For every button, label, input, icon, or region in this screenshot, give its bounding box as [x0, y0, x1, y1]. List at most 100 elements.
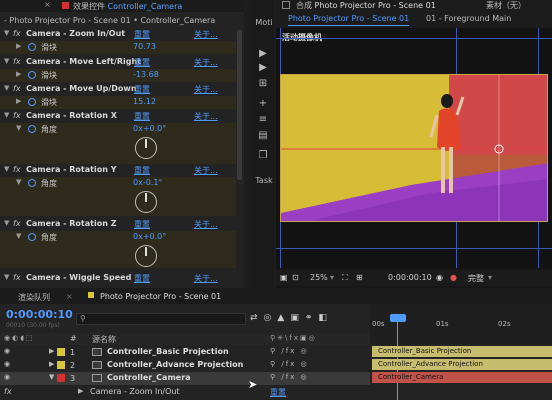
label-color[interactable] — [57, 374, 65, 382]
effect-sub-row[interactable]: fx ▶ Camera - Zoom In/Out 重置 — [0, 386, 370, 399]
timeline-switch-icons[interactable]: ⇄◎▲▣⚭◧ — [250, 313, 333, 323]
chevron-down-icon[interactable]: ▾ — [330, 273, 334, 282]
scrollbar[interactable] — [237, 30, 242, 180]
effect-header[interactable]: ▼ fx Camera - Move Left/Right 重置 关于... — [0, 56, 236, 69]
twirl-icon[interactable]: ▼ — [4, 273, 9, 281]
effect-header[interactable]: ▼ fx Camera - Move Up/Down 重置 关于... — [0, 83, 236, 96]
layer-row-selected[interactable]: ◉ ▼ 3 Controller_Camera ⚲ /fx ◎ — [0, 372, 370, 385]
twirl-icon[interactable]: ▼ — [4, 29, 9, 37]
angle-dial[interactable] — [135, 191, 157, 213]
timeline-comp-tab[interactable]: Photo Projector Pro - Scene 01 — [100, 292, 221, 301]
stopwatch-icon[interactable] — [28, 71, 36, 79]
layers-icon[interactable]: ▤ — [256, 130, 270, 142]
param-value[interactable]: 0x+0.0° — [133, 232, 166, 241]
twirl-icon[interactable]: ▶ — [16, 70, 21, 78]
layer-bar[interactable]: Controller_Basic Projection — [372, 346, 552, 357]
twirl-icon[interactable]: ▶ — [16, 42, 21, 50]
reset-link[interactable]: 重置 — [134, 84, 150, 95]
effect-controls-tab[interactable]: 效果控件 Controller_Camera — [73, 1, 182, 12]
subtab-foreground[interactable]: 01 - Foreground Main — [426, 14, 511, 26]
footage-tab[interactable]: 素材（无） — [486, 0, 526, 11]
layer-switches[interactable]: ⚲ /fx ◎ — [270, 373, 309, 381]
subtab-active[interactable]: Photo Projector Pro - Scene 01 — [288, 14, 410, 26]
timeline-timecode[interactable]: 0:00:00:10 — [6, 308, 73, 321]
close-icon[interactable]: × — [44, 0, 51, 9]
stopwatch-icon[interactable] — [28, 179, 36, 187]
param-value[interactable]: 0x-0.1° — [133, 178, 162, 187]
reset-link[interactable]: 重置 — [134, 57, 150, 68]
layer-row[interactable]: ◉ ▶ 1 Controller_Basic Projection ⚲ /fx … — [0, 346, 370, 359]
close-icon[interactable]: × — [66, 292, 73, 301]
about-link[interactable]: 关于... — [194, 29, 218, 40]
visibility-icon[interactable]: ◉ — [4, 373, 10, 381]
composition-tab[interactable]: 合成 Photo Projector Pro - Scene 01 — [296, 0, 436, 11]
about-link[interactable]: 关于... — [194, 57, 218, 68]
stopwatch-icon[interactable] — [28, 233, 36, 241]
layer-switches[interactable]: ⚲ /fx ◎ — [270, 347, 309, 355]
layer-bar[interactable]: Controller_Advance Projection — [372, 359, 552, 370]
twirl-icon[interactable]: ▼ — [4, 57, 9, 65]
fx-icon[interactable]: fx — [13, 111, 21, 120]
expand-icon[interactable]: ▶ — [256, 48, 270, 60]
fx-icon[interactable]: fx — [13, 57, 21, 66]
param-value[interactable]: -13.68 — [133, 70, 159, 79]
layer-name[interactable]: Controller_Basic Projection — [107, 347, 229, 356]
about-link[interactable]: 关于... — [194, 165, 218, 176]
twirl-icon[interactable]: ▶ — [49, 360, 54, 368]
visibility-icon[interactable]: ◉ — [4, 347, 10, 355]
about-link[interactable]: 关于... — [194, 84, 218, 95]
fx-icon[interactable]: fx — [13, 273, 21, 282]
reset-link[interactable]: 重置 — [134, 29, 150, 40]
motion-panel-label[interactable]: Moti — [254, 18, 274, 30]
task-panel-label[interactable]: Task — [254, 176, 274, 188]
layer-name[interactable]: Controller_Advance Projection — [107, 360, 243, 369]
visibility-icon[interactable]: ◉ — [4, 360, 10, 368]
angle-dial[interactable] — [135, 137, 157, 159]
copy-icon[interactable]: ❐ — [256, 150, 270, 162]
about-link[interactable]: 关于... — [194, 273, 218, 284]
col-source-name[interactable]: 源名称 — [92, 334, 116, 345]
twirl-icon[interactable]: ▶ — [49, 347, 54, 355]
effect-header[interactable]: ▼ fx Camera - Zoom In/Out 重置 关于... — [0, 28, 236, 41]
angle-dial[interactable] — [135, 245, 157, 267]
snapshot-icon[interactable]: ◉ — [436, 273, 443, 282]
param-value[interactable]: 70.73 — [133, 42, 156, 51]
twirl-icon[interactable]: ▼ — [16, 232, 21, 240]
twirl-icon[interactable]: ▶ — [16, 97, 21, 105]
twirl-icon[interactable]: ▼ — [49, 373, 54, 381]
grid-toggle-icon[interactable]: ⊡ — [292, 273, 299, 282]
layer-switches[interactable]: ⚲ /fx ◎ — [270, 360, 309, 368]
twirl-icon[interactable]: ▼ — [4, 219, 9, 227]
twirl-icon[interactable]: ▶ — [78, 387, 83, 395]
current-time[interactable]: 0:00:00:10 — [388, 273, 432, 282]
stopwatch-icon[interactable] — [28, 98, 36, 106]
safe-margins-icon[interactable]: ⊞ — [356, 273, 363, 282]
reset-link[interactable]: 重置 — [134, 165, 150, 176]
stopwatch-icon[interactable] — [28, 43, 36, 51]
stopwatch-icon[interactable] — [28, 125, 36, 133]
render-queue-tab[interactable]: 渲染队列 — [18, 292, 50, 303]
twirl-icon[interactable]: ▼ — [4, 165, 9, 173]
reset-link[interactable]: 重置 — [134, 273, 150, 284]
label-color[interactable] — [57, 361, 65, 369]
layer-name[interactable]: Controller_Camera — [107, 373, 191, 382]
twirl-icon[interactable]: ▼ — [4, 84, 9, 92]
color-channel-icon[interactable]: ● — [450, 273, 457, 282]
zoom-dropdown[interactable]: 25% — [310, 273, 328, 282]
effect-header[interactable]: ▼ fx Camera - Rotation X 重置 关于... — [0, 110, 236, 123]
twirl-icon[interactable]: ▼ — [16, 124, 21, 132]
twirl-icon[interactable]: ▼ — [4, 111, 9, 119]
twirl-icon[interactable]: ▼ — [16, 178, 21, 186]
param-value[interactable]: 15.12 — [133, 97, 156, 106]
layer-bar[interactable]: Controller_Camera — [372, 372, 552, 383]
add-icon[interactable]: + — [256, 98, 270, 110]
layer-row[interactable]: ◉ ▶ 2 Controller_Advance Projection ⚲ /f… — [0, 359, 370, 372]
grid-icon[interactable]: ⊞ — [256, 78, 270, 90]
lock-icon[interactable] — [282, 1, 290, 9]
fx-icon[interactable]: fx — [13, 165, 21, 174]
expand-icon[interactable]: ▶ — [256, 62, 270, 74]
label-color[interactable] — [57, 348, 65, 356]
about-link[interactable]: 关于... — [194, 219, 218, 230]
fx-icon[interactable]: fx — [13, 219, 21, 228]
reset-link[interactable]: 重置 — [134, 111, 150, 122]
